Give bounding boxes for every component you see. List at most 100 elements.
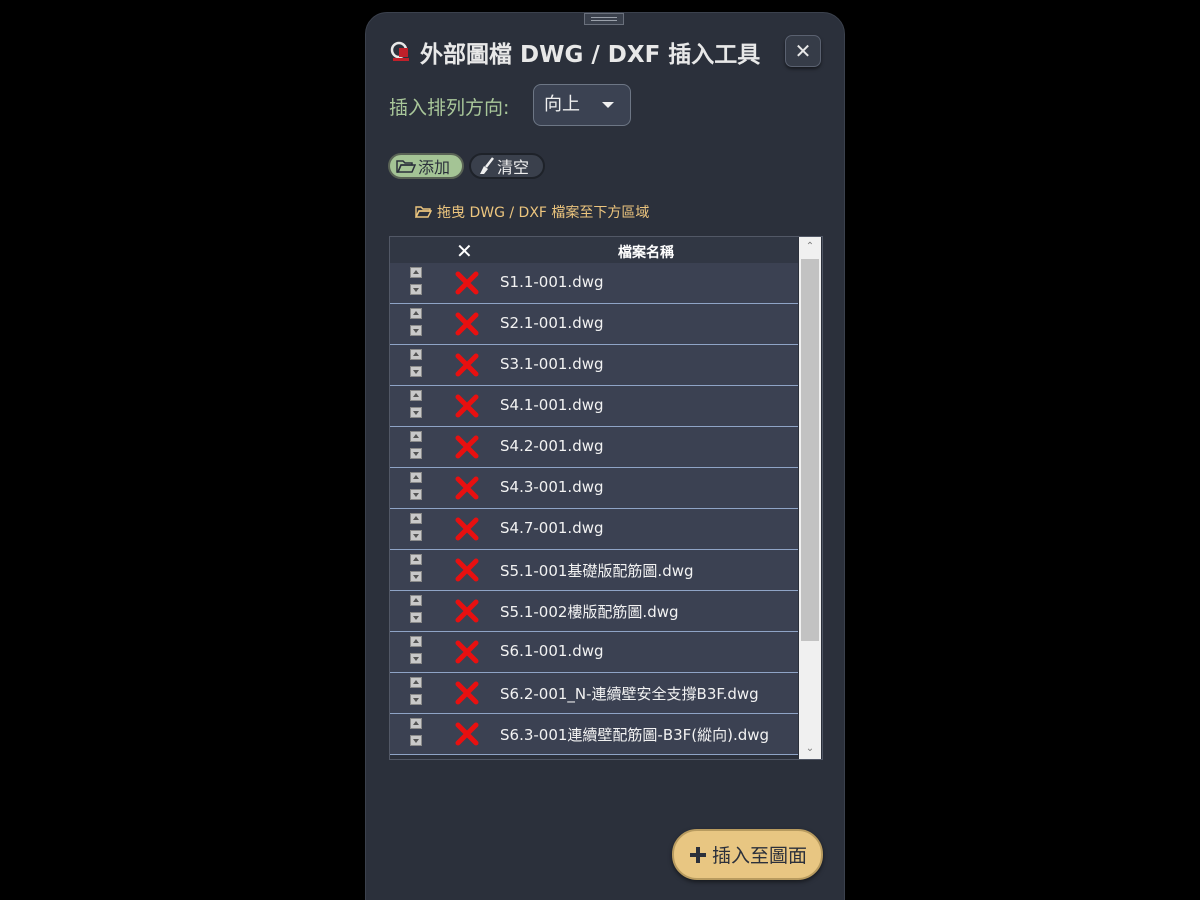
insert-tool-dialog: 外部圖檔 DWG / DXF 插入工具 ✕ 插入排列方向: 向上 添加 清空 拖… [365, 12, 845, 900]
delete-icon[interactable] [454, 475, 480, 501]
file-name: S4.3-001.dwg [500, 478, 604, 496]
reorder-controls [410, 349, 424, 383]
move-down-icon[interactable] [410, 325, 422, 336]
drag-handle[interactable] [584, 13, 624, 25]
delete-icon[interactable] [454, 557, 480, 583]
table-row[interactable]: S2.1-001.dwg [390, 304, 798, 345]
reorder-controls [410, 595, 424, 629]
scrollbar[interactable]: ⌃ ⌄ [799, 237, 821, 759]
file-name: S2.1-001.dwg [500, 314, 604, 332]
reorder-controls [410, 677, 424, 711]
add-button[interactable]: 添加 [388, 153, 464, 179]
dialog-title: 外部圖檔 DWG / DXF 插入工具 [420, 42, 761, 68]
move-down-icon[interactable] [410, 407, 422, 418]
filename-header: 檔案名稱 [618, 245, 674, 261]
file-table: ✕ 檔案名稱 S1.1-001.dwg S2.1-001.dwg S3.1-001.… [389, 236, 823, 760]
app-logo-icon [390, 41, 409, 61]
direction-select[interactable]: 向上 [533, 84, 631, 126]
delete-icon[interactable] [454, 680, 480, 706]
delete-icon[interactable] [454, 311, 480, 337]
move-up-icon[interactable] [410, 554, 422, 565]
table-row[interactable]: S4.2-001.dwg [390, 427, 798, 468]
close-button[interactable]: ✕ [785, 35, 821, 67]
file-rows: S1.1-001.dwg S2.1-001.dwg S3.1-001.dwg S4.1… [390, 263, 798, 755]
direction-label: 插入排列方向: [389, 97, 510, 119]
scroll-thumb[interactable] [801, 259, 819, 641]
reorder-controls [410, 472, 424, 506]
file-name: S4.2-001.dwg [500, 437, 604, 455]
clear-button[interactable]: 清空 [469, 153, 545, 179]
scroll-up-icon[interactable]: ⌃ [804, 241, 816, 253]
table-row[interactable]: S4.1-001.dwg [390, 386, 798, 427]
delete-icon[interactable] [454, 393, 480, 419]
move-down-icon[interactable] [410, 653, 422, 664]
table-row[interactable]: S4.3-001.dwg [390, 468, 798, 509]
move-up-icon[interactable] [410, 472, 422, 483]
table-header: ✕ 檔案名稱 [390, 237, 798, 263]
reorder-controls [410, 390, 424, 424]
delete-icon[interactable] [454, 270, 480, 296]
move-up-icon[interactable] [410, 267, 422, 278]
file-name: S1.1-001.dwg [500, 273, 604, 291]
move-down-icon[interactable] [410, 694, 422, 705]
file-name: S3.1-001.dwg [500, 355, 604, 373]
file-name: S5.1-001基礎版配筋圖.dwg [500, 562, 694, 580]
move-down-icon[interactable] [410, 366, 422, 377]
plus-icon [689, 846, 706, 863]
move-up-icon[interactable] [410, 677, 422, 688]
move-up-icon[interactable] [410, 636, 422, 647]
move-down-icon[interactable] [410, 612, 422, 623]
reorder-controls [410, 554, 424, 588]
broom-icon [480, 157, 494, 174]
move-down-icon[interactable] [410, 571, 422, 582]
file-name: S5.1-002樓版配筋圖.dwg [500, 603, 679, 621]
insert-button[interactable]: 插入至圖面 [672, 829, 823, 880]
table-row[interactable]: S5.1-002樓版配筋圖.dwg [390, 591, 798, 632]
file-name: S6.2-001_N-連續壁安全支撐B3F.dwg [500, 685, 759, 703]
reorder-controls [410, 513, 424, 547]
move-down-icon[interactable] [410, 489, 422, 500]
delete-icon[interactable] [454, 598, 480, 624]
delete-all-icon[interactable]: ✕ [456, 239, 473, 263]
delete-icon[interactable] [454, 721, 480, 747]
reorder-controls [410, 308, 424, 342]
scroll-down-icon[interactable]: ⌄ [804, 743, 816, 755]
move-down-icon[interactable] [410, 530, 422, 541]
add-label: 添加 [418, 158, 451, 177]
file-name: S4.7-001.dwg [500, 519, 604, 537]
move-up-icon[interactable] [410, 718, 422, 729]
move-up-icon[interactable] [410, 308, 422, 319]
table-row[interactable]: S1.1-001.dwg [390, 263, 798, 304]
reorder-controls [410, 636, 424, 670]
move-up-icon[interactable] [410, 595, 422, 606]
reorder-controls [410, 431, 424, 465]
folder-open-icon [396, 160, 416, 173]
move-down-icon[interactable] [410, 284, 422, 295]
move-down-icon[interactable] [410, 448, 422, 459]
move-up-icon[interactable] [410, 431, 422, 442]
file-name: S6.3-001連續壁配筋圖-B3F(縱向).dwg [500, 726, 770, 744]
delete-icon[interactable] [454, 434, 480, 460]
table-row[interactable]: S5.1-001基礎版配筋圖.dwg [390, 550, 798, 591]
table-row[interactable]: S4.7-001.dwg [390, 509, 798, 550]
move-up-icon[interactable] [410, 513, 422, 524]
close-icon: ✕ [794, 39, 812, 63]
table-row[interactable]: S6.1-001.dwg [390, 632, 798, 673]
insert-label: 插入至圖面 [711, 845, 807, 867]
delete-icon[interactable] [454, 639, 480, 665]
move-up-icon[interactable] [410, 349, 422, 360]
reorder-controls [410, 267, 424, 301]
move-down-icon[interactable] [410, 735, 422, 746]
table-row[interactable]: S3.1-001.dwg [390, 345, 798, 386]
direction-value: 向上 [544, 94, 580, 115]
caret-down-icon [602, 102, 614, 108]
file-name: S4.1-001.dwg [500, 396, 604, 414]
delete-icon[interactable] [454, 516, 480, 542]
delete-icon[interactable] [454, 352, 480, 378]
table-row[interactable]: S6.2-001_N-連續壁安全支撐B3F.dwg [390, 673, 798, 714]
drop-hint-text: 拖曳 DWG / DXF 檔案至下方區域 [437, 205, 650, 221]
table-row[interactable]: S6.3-001連續壁配筋圖-B3F(縱向).dwg [390, 714, 798, 755]
move-up-icon[interactable] [410, 390, 422, 401]
clear-label: 清空 [497, 158, 530, 177]
folder-icon [415, 206, 432, 218]
